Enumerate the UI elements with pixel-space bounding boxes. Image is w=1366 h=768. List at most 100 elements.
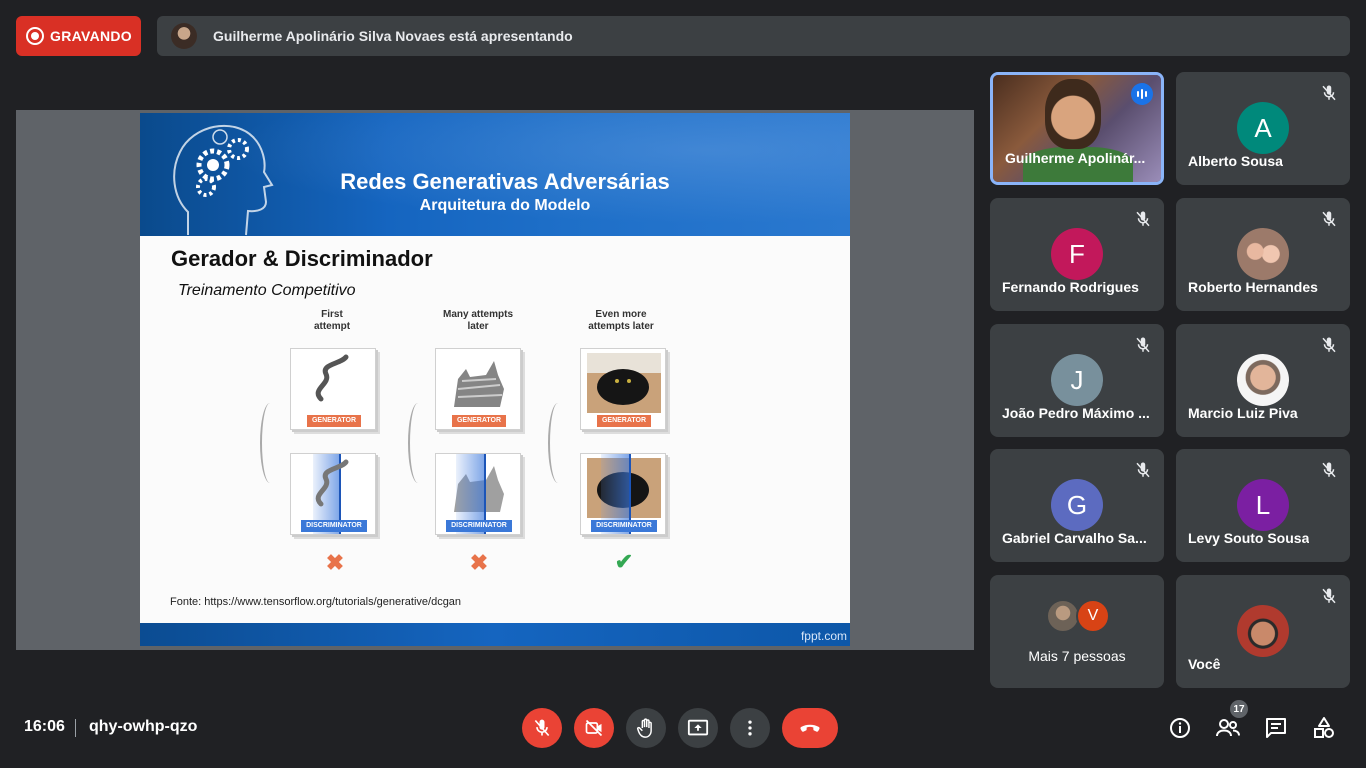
presentation-slide: Redes Generativas Adversárias Arquitetur… [140, 113, 850, 646]
chat-button[interactable] [1262, 714, 1290, 742]
participant-tile-self[interactable]: Você [1176, 575, 1350, 688]
leave-call-button[interactable] [782, 708, 838, 748]
mic-off-icon [534, 719, 550, 737]
discriminator-card: DISCRIMINATOR [580, 453, 666, 535]
raise-hand-icon [636, 718, 652, 738]
slide-title: Redes Generativas Adversárias [340, 169, 670, 194]
participant-video-face [1045, 79, 1101, 149]
people-button[interactable] [1214, 714, 1242, 742]
mic-off-icon [1322, 588, 1336, 604]
activities-button[interactable] [1310, 714, 1338, 742]
cat-photo-image [587, 353, 661, 413]
participant-tile-marcio[interactable]: Marcio Luiz Piva [1176, 324, 1350, 437]
recording-indicator[interactable]: GRAVANDO [16, 16, 141, 56]
participant-name: Marcio Luiz Piva [1188, 405, 1298, 421]
participant-name: Guilherme Apolinár... [1005, 150, 1146, 166]
present-now-button[interactable] [678, 708, 718, 748]
generator-card: GENERATOR [435, 348, 521, 430]
participant-tile-guilherme[interactable]: Guilherme Apolinár... [990, 72, 1164, 185]
mic-off-icon [1322, 462, 1336, 478]
presenter-avatar [171, 23, 197, 49]
participant-tile-gabriel[interactable]: G Gabriel Carvalho Sa... [990, 449, 1164, 562]
meeting-details-button[interactable] [1166, 714, 1194, 742]
reject-mark: ✖ [325, 550, 345, 575]
slide-heading: Gerador & Discriminador [171, 246, 433, 271]
avatar [1237, 605, 1289, 657]
activities-icon [1314, 717, 1334, 738]
generator-tag: GENERATOR [597, 415, 651, 427]
participant-name: Gabriel Carvalho Sa... [1002, 530, 1147, 546]
people-count-badge: 17 [1230, 700, 1248, 718]
discriminator-card: DISCRIMINATOR [290, 453, 376, 535]
mic-off-icon [1322, 85, 1336, 101]
mic-off-icon [1322, 211, 1336, 227]
participant-name: Fernando Rodrigues [1002, 279, 1139, 295]
slide-subheading: Treinamento Competitivo [178, 282, 356, 299]
column-head-line: Many attempts [442, 309, 513, 320]
end-call-icon [800, 724, 820, 732]
slide-footer-text: fppt.com [800, 629, 847, 643]
more-participants-label: Mais 7 pessoas [1028, 648, 1126, 664]
accept-mark: ✔ [614, 549, 634, 574]
present-icon [687, 719, 709, 736]
record-icon [26, 27, 44, 45]
clock: 16:06 [24, 718, 65, 735]
discriminator-tag: DISCRIMINATOR [446, 520, 512, 532]
column-head: Even more attempts later [566, 309, 676, 333]
avatar [1237, 228, 1289, 280]
discriminator-card: DISCRIMINATOR [435, 453, 521, 535]
column-head-line: attempts later [588, 321, 654, 332]
squiggle-image [315, 354, 349, 402]
slide-footer [140, 623, 850, 646]
presenter-banner: Guilherme Apolinário Silva Novaes está a… [157, 16, 1350, 56]
chat-icon [1266, 718, 1286, 738]
info-icon [1170, 718, 1190, 738]
cycle-arrow [548, 403, 568, 483]
presenter-banner-text: Guilherme Apolinário Silva Novaes está a… [213, 28, 573, 44]
mic-toggle-button[interactable] [522, 708, 562, 748]
noisy-cat-image [454, 361, 504, 407]
recording-label: GRAVANDO [50, 28, 132, 44]
mic-off-icon [1322, 337, 1336, 353]
column-head-line: Even more [595, 309, 647, 320]
participant-tile-fernando[interactable]: F Fernando Rodrigues [990, 198, 1164, 311]
meeting-code: qhy-owhp-qzo [89, 718, 198, 735]
people-icon [1216, 719, 1240, 737]
participant-name: Você [1188, 656, 1221, 672]
squiggle-image [315, 459, 349, 507]
more-avatars: V [1046, 599, 1116, 635]
participant-tile-alberto[interactable]: A Alberto Sousa [1176, 72, 1350, 185]
camera-toggle-button[interactable] [574, 708, 614, 748]
slide-subtitle: Arquitetura do Modelo [419, 197, 591, 214]
participant-tile-levy[interactable]: L Levy Souto Sousa [1176, 449, 1350, 562]
raise-hand-button[interactable] [626, 708, 666, 748]
divider [75, 719, 76, 737]
participant-name: Alberto Sousa [1188, 153, 1283, 169]
column-head-line: First [321, 309, 343, 320]
generator-tag: GENERATOR [452, 415, 506, 427]
column-head-line: attempt [313, 321, 351, 332]
mic-off-icon [1136, 337, 1150, 353]
avatar: L [1237, 479, 1289, 531]
participant-tile-roberto[interactable]: Roberto Hernandes [1176, 198, 1350, 311]
avatar [1237, 354, 1289, 406]
avatar: G [1051, 479, 1103, 531]
avatar [1046, 599, 1080, 633]
generator-tag: GENERATOR [307, 415, 361, 427]
avatar: A [1237, 102, 1289, 154]
participant-tile-more[interactable]: V Mais 7 pessoas [990, 575, 1164, 688]
avatar: V [1076, 599, 1110, 633]
generator-card: GENERATOR [290, 348, 376, 430]
mic-off-icon [1136, 211, 1150, 227]
more-options-button[interactable] [730, 708, 770, 748]
participant-tile-joao[interactable]: J João Pedro Máximo ... [990, 324, 1164, 437]
camera-off-icon [585, 719, 603, 737]
cycle-arrow [408, 403, 428, 483]
avatar: F [1051, 228, 1103, 280]
reject-mark: ✖ [469, 550, 489, 575]
column-head: First attempt [277, 309, 387, 333]
discriminator-tag: DISCRIMINATOR [591, 520, 657, 532]
participant-name: Levy Souto Sousa [1188, 530, 1310, 546]
participant-name: João Pedro Máximo ... [1002, 405, 1150, 421]
cycle-arrow [260, 403, 280, 483]
